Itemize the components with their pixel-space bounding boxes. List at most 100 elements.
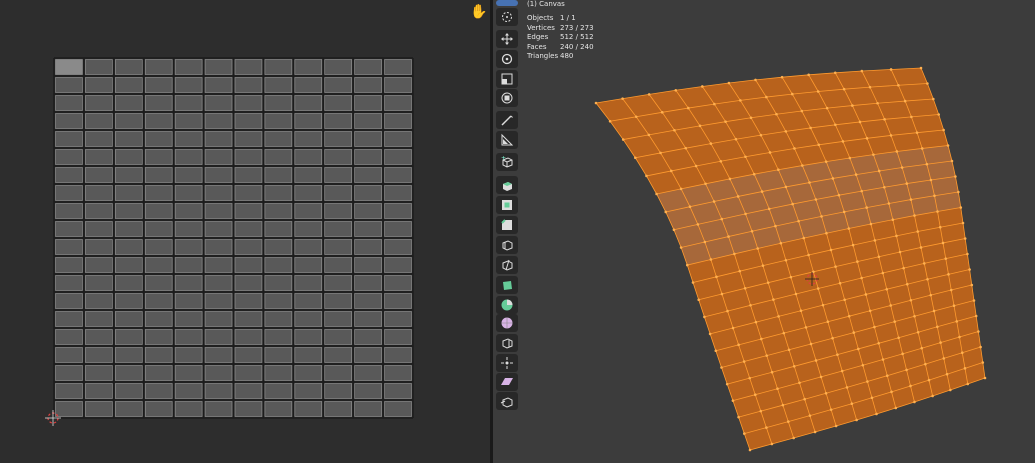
uv-face[interactable]: [264, 329, 293, 345]
extrude-tool-button[interactable]: [496, 176, 518, 194]
uv-face[interactable]: [264, 77, 293, 93]
uv-face[interactable]: [174, 257, 203, 273]
uv-face[interactable]: [294, 185, 323, 201]
uv-face[interactable]: [204, 131, 233, 147]
uv-grid[interactable]: [0, 0, 490, 463]
uv-face[interactable]: [174, 275, 203, 291]
uv-face[interactable]: [85, 59, 113, 75]
poly-build-tool-button[interactable]: [496, 276, 518, 294]
uv-face[interactable]: [174, 239, 203, 255]
uv-face[interactable]: [204, 149, 233, 165]
uv-face[interactable]: [324, 203, 352, 219]
uv-face[interactable]: [204, 113, 233, 129]
uv-face[interactable]: [384, 293, 412, 309]
inset-tool-button[interactable]: [496, 196, 518, 214]
uv-face[interactable]: [384, 347, 412, 363]
uv-face[interactable]: [55, 257, 83, 273]
uv-face[interactable]: [174, 221, 203, 237]
uv-face[interactable]: [234, 77, 263, 93]
shear-tool-button[interactable]: [496, 373, 518, 391]
uv-face[interactable]: [55, 239, 83, 255]
uv-face[interactable]: [55, 401, 83, 417]
uv-face[interactable]: [234, 311, 263, 327]
uv-face[interactable]: [354, 329, 382, 345]
uv-face[interactable]: [144, 59, 173, 75]
uv-face[interactable]: [174, 149, 203, 165]
uv-face[interactable]: [354, 59, 382, 75]
uv-face[interactable]: [55, 329, 83, 345]
uv-face[interactable]: [204, 293, 233, 309]
uv-face[interactable]: [85, 221, 113, 237]
uv-face[interactable]: [294, 95, 323, 111]
rotate-tool-button[interactable]: [496, 50, 518, 68]
uv-face[interactable]: [85, 95, 113, 111]
uv-face[interactable]: [264, 347, 293, 363]
uv-face[interactable]: [144, 347, 173, 363]
uv-face[interactable]: [144, 95, 173, 111]
uv-face[interactable]: [324, 131, 352, 147]
uv-face[interactable]: [354, 167, 382, 183]
uv-face[interactable]: [85, 77, 113, 93]
uv-face[interactable]: [354, 311, 382, 327]
uv-face[interactable]: [115, 149, 143, 165]
shrink-fatten-tool-button[interactable]: [496, 354, 518, 372]
uv-face[interactable]: [204, 347, 233, 363]
uv-face[interactable]: [204, 401, 233, 417]
uv-face[interactable]: [234, 221, 263, 237]
uv-face[interactable]: [264, 95, 293, 111]
select-box-tool-button[interactable]: [496, 0, 518, 6]
uv-editor[interactable]: ✋: [0, 0, 490, 463]
uv-face[interactable]: [324, 113, 352, 129]
uv-face[interactable]: [234, 401, 263, 417]
uv-face[interactable]: [354, 203, 382, 219]
uv-face[interactable]: [294, 329, 323, 345]
uv-face[interactable]: [115, 275, 143, 291]
uv-face[interactable]: [264, 293, 293, 309]
bevel-tool-button[interactable]: [496, 216, 518, 234]
uv-face[interactable]: [294, 221, 323, 237]
uv-face[interactable]: [354, 221, 382, 237]
uv-face[interactable]: [55, 365, 83, 381]
uv-face[interactable]: [204, 239, 233, 255]
uv-face[interactable]: [85, 329, 113, 345]
uv-face[interactable]: [174, 383, 203, 399]
uv-face[interactable]: [144, 257, 173, 273]
uv-face[interactable]: [85, 185, 113, 201]
uv-face[interactable]: [85, 149, 113, 165]
uv-face[interactable]: [144, 167, 173, 183]
uv-face[interactable]: [174, 203, 203, 219]
uv-face[interactable]: [294, 59, 323, 75]
uv-face[interactable]: [384, 257, 412, 273]
uv-face[interactable]: [234, 59, 263, 75]
uv-face[interactable]: [264, 131, 293, 147]
uv-face[interactable]: [264, 203, 293, 219]
uv-face[interactable]: [144, 131, 173, 147]
uv-face[interactable]: [354, 365, 382, 381]
uv-face[interactable]: [264, 167, 293, 183]
uv-face[interactable]: [144, 275, 173, 291]
uv-face[interactable]: [144, 77, 173, 93]
uv-face[interactable]: [234, 239, 263, 255]
uv-face[interactable]: [174, 185, 203, 201]
uv-face[interactable]: [354, 149, 382, 165]
uv-face[interactable]: [144, 365, 173, 381]
uv-face[interactable]: [85, 167, 113, 183]
loop-cut-tool-button[interactable]: [496, 236, 518, 254]
uv-face[interactable]: [324, 257, 352, 273]
uv-face[interactable]: [204, 167, 233, 183]
uv-face[interactable]: [234, 293, 263, 309]
uv-face[interactable]: [384, 239, 412, 255]
uv-face[interactable]: [234, 257, 263, 273]
uv-face[interactable]: [384, 149, 412, 165]
scale-tool-button[interactable]: [496, 70, 518, 88]
uv-face[interactable]: [55, 275, 83, 291]
uv-face[interactable]: [384, 365, 412, 381]
uv-face[interactable]: [55, 149, 83, 165]
spin-tool-button[interactable]: [496, 296, 518, 314]
uv-face[interactable]: [144, 185, 173, 201]
uv-face[interactable]: [144, 203, 173, 219]
uv-face[interactable]: [144, 401, 173, 417]
add-cube-tool-button[interactable]: +: [496, 153, 518, 171]
uv-face[interactable]: [174, 131, 203, 147]
uv-face[interactable]: [85, 311, 113, 327]
